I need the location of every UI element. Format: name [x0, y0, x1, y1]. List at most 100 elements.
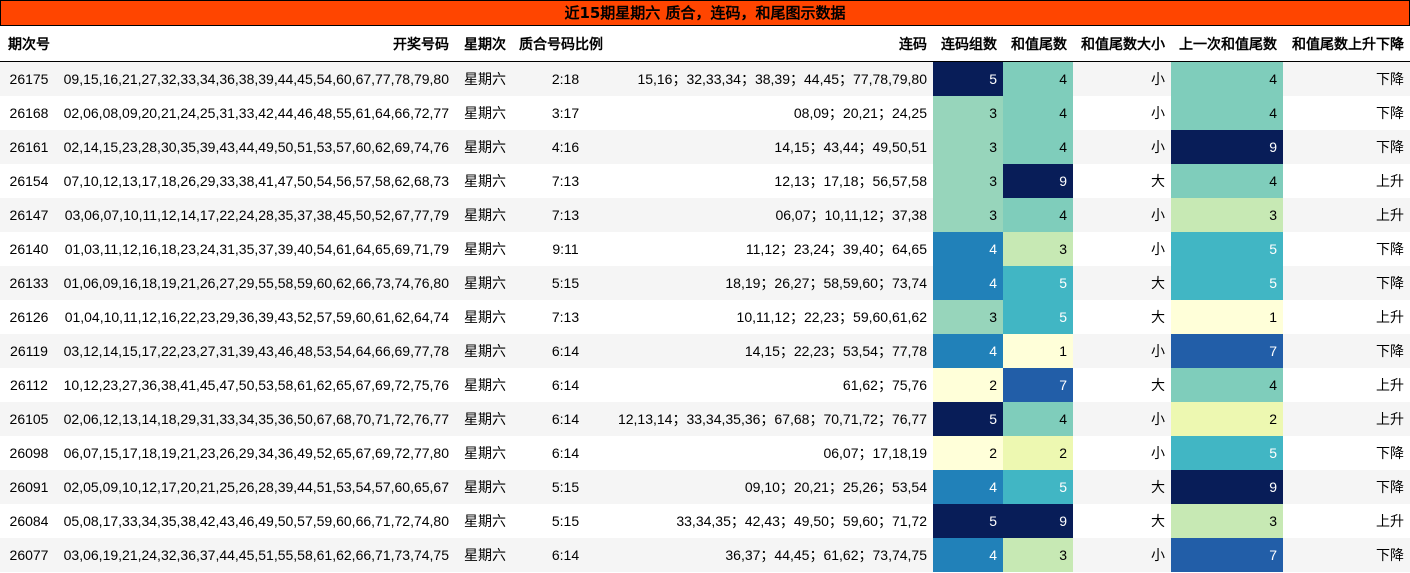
table-row: 26140 01,03,11,12,16,18,23,24,31,35,37,39…: [0, 232, 1410, 266]
header-issue: 期次号: [0, 26, 58, 62]
cell-numbers: 03,06,19,21,24,32,36,37,44,45,51,55,58,6…: [63, 547, 449, 563]
cell-prev-tail: 1: [1171, 300, 1283, 334]
cell-weekday: 星期六: [464, 514, 506, 530]
cell-prev-tail: 7: [1171, 538, 1283, 572]
cell-tail: 4: [1003, 198, 1073, 232]
cell-ratio: 5:15: [551, 513, 580, 529]
cell-groups: 4: [933, 334, 1003, 368]
cell-groups: 4: [933, 266, 1003, 300]
table-row: 26119 03,12,14,15,17,22,23,27,31,39,43,46…: [0, 334, 1410, 368]
header-numbers: 开奖号码: [58, 26, 455, 62]
cell-size: 小: [1151, 446, 1165, 462]
cell-ratio: 6:14: [551, 445, 580, 461]
cell-prev-tail: 3: [1171, 504, 1283, 538]
table-row: 26175 09,15,16,21,27,32,33,34,36,38,39,44…: [0, 61, 1410, 96]
cell-consec: 18,19；26,27；58,59,60；73,74: [725, 275, 927, 291]
cell-numbers: 02,06,08,09,20,21,24,25,31,33,42,44,46,4…: [63, 105, 449, 121]
cell-consec: 11,12；23,24；39,40；64,65: [745, 241, 927, 257]
cell-consec: 33,34,35；42,43；49,50；59,60；71,72: [676, 513, 927, 529]
cell-issue: 26140: [9, 241, 49, 257]
table-row: 26126 01,04,10,11,12,16,22,23,29,36,39,43…: [0, 300, 1410, 334]
cell-issue: 26147: [9, 207, 49, 223]
cell-ratio: 2:18: [551, 71, 580, 87]
cell-weekday: 星期六: [464, 344, 506, 360]
cell-numbers: 02,14,15,23,28,30,35,39,43,44,49,50,51,5…: [63, 139, 449, 155]
cell-weekday: 星期六: [464, 548, 506, 564]
cell-weekday: 星期六: [464, 106, 506, 122]
cell-groups: 2: [933, 436, 1003, 470]
cell-trend: 下降: [1376, 276, 1404, 292]
cell-ratio: 3:17: [551, 105, 580, 121]
cell-issue: 26112: [10, 377, 48, 393]
cell-ratio: 7:13: [551, 173, 580, 189]
cell-issue: 26105: [9, 411, 49, 427]
cell-groups: 2: [933, 368, 1003, 402]
cell-consec: 09,10；20,21；25,26；53,54: [744, 479, 927, 495]
cell-trend: 下降: [1376, 72, 1404, 88]
cell-consec: 12,13,14；33,34,35,36；67,68；70,71,72；76,7…: [617, 411, 927, 427]
cell-tail: 5: [1003, 300, 1073, 334]
cell-consec: 06,07；17,18,19: [823, 445, 927, 461]
cell-prev-tail: 9: [1171, 470, 1283, 504]
cell-consec: 14,15；43,44；49,50,51: [774, 139, 927, 155]
cell-consec: 36,37；44,45；61,62；73,74,75: [725, 547, 927, 563]
cell-size: 小: [1151, 344, 1165, 360]
cell-trend: 下降: [1376, 106, 1404, 122]
cell-ratio: 7:13: [551, 207, 580, 223]
cell-groups: 4: [933, 232, 1003, 266]
cell-size: 大: [1151, 276, 1165, 292]
cell-size: 小: [1151, 548, 1165, 564]
cell-trend: 上升: [1376, 310, 1404, 326]
cell-numbers: 01,04,10,11,12,16,22,23,29,36,39,43,52,5…: [64, 309, 449, 325]
cell-prev-tail: 7: [1171, 334, 1283, 368]
cell-weekday: 星期六: [464, 412, 506, 428]
cell-numbers: 03,12,14,15,17,22,23,27,31,39,43,46,48,5…: [63, 343, 449, 359]
cell-consec: 08,09；20,21；24,25: [793, 105, 927, 121]
cell-trend: 下降: [1376, 480, 1404, 496]
cell-groups: 3: [933, 96, 1003, 130]
table-title: 近15期星期六 质合，连码，和尾图示数据: [0, 0, 1410, 26]
cell-tail: 4: [1003, 402, 1073, 436]
cell-numbers: 07,10,12,13,17,18,26,29,33,38,41,47,50,5…: [63, 173, 449, 189]
header-trend: 和值尾数上升下降: [1283, 26, 1410, 62]
cell-tail: 9: [1003, 164, 1073, 198]
table-row: 26147 03,06,07,10,11,12,14,17,22,24,28,35…: [0, 198, 1410, 232]
cell-ratio: 6:14: [551, 411, 580, 427]
cell-size: 小: [1151, 106, 1165, 122]
cell-trend: 上升: [1376, 412, 1404, 428]
cell-trend: 下降: [1376, 140, 1404, 156]
header-consec: 连码: [609, 26, 933, 62]
cell-size: 大: [1151, 514, 1165, 530]
cell-issue: 26168: [9, 105, 49, 121]
cell-groups: 5: [933, 504, 1003, 538]
cell-tail: 9: [1003, 504, 1073, 538]
header-prev-tail: 上一次和值尾数: [1171, 26, 1283, 62]
cell-prev-tail: 9: [1171, 130, 1283, 164]
cell-prev-tail: 2: [1171, 402, 1283, 436]
cell-weekday: 星期六: [464, 480, 506, 496]
cell-weekday: 星期六: [464, 208, 506, 224]
cell-issue: 26098: [9, 445, 49, 461]
cell-ratio: 5:15: [551, 275, 580, 291]
table-row: 26105 02,06,12,13,14,18,29,31,33,34,35,36…: [0, 402, 1410, 436]
cell-issue: 26077: [9, 547, 49, 563]
cell-ratio: 6:14: [551, 377, 580, 393]
cell-ratio: 6:14: [551, 343, 580, 359]
cell-weekday: 星期六: [464, 242, 506, 258]
cell-weekday: 星期六: [464, 140, 506, 156]
cell-numbers: 10,12,23,27,36,38,41,45,47,50,53,58,61,6…: [63, 377, 449, 393]
cell-numbers: 01,06,09,16,18,19,21,26,27,29,55,58,59,6…: [63, 275, 449, 291]
cell-tail: 7: [1003, 368, 1073, 402]
header-size: 和值尾数大小: [1073, 26, 1171, 62]
cell-prev-tail: 3: [1171, 198, 1283, 232]
cell-ratio: 4:16: [551, 139, 580, 155]
cell-issue: 26084: [9, 513, 49, 529]
cell-tail: 5: [1003, 266, 1073, 300]
table-row: 26077 03,06,19,21,24,32,36,37,44,45,51,55…: [0, 538, 1410, 572]
cell-weekday: 星期六: [464, 174, 506, 190]
header-tail: 和值尾数: [1003, 26, 1073, 62]
cell-ratio: 5:15: [551, 479, 580, 495]
cell-size: 小: [1151, 242, 1165, 258]
cell-groups: 3: [933, 300, 1003, 334]
cell-size: 小: [1151, 412, 1165, 428]
